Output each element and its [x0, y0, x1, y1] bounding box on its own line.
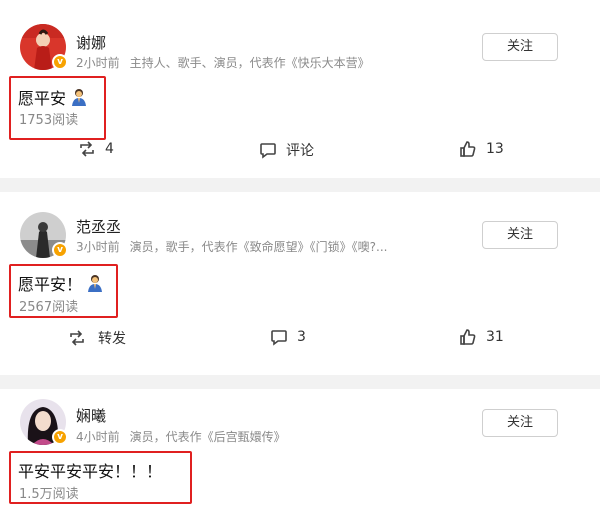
- post-meta: 2小时前 主持人、歌手、演员，代表作《快乐大本营》: [76, 54, 370, 71]
- comment-count: 3: [297, 329, 306, 345]
- author-bio: 演员，歌手，代表作《致命愿望》《门锁》《噢?...: [129, 240, 388, 254]
- author-bio: 主持人、歌手、演员，代表作《快乐大本营》: [129, 56, 370, 70]
- read-count: 1753阅读: [19, 113, 79, 128]
- read-count: 1.5万阅读: [19, 487, 79, 502]
- author-name[interactable]: 娴曦: [76, 405, 106, 426]
- post-text: 愿平安！: [18, 271, 104, 295]
- repost-button[interactable]: 4: [78, 140, 114, 158]
- post-text-body: 愿平安: [18, 89, 67, 108]
- post-card: v 谢娜 2小时前 主持人、歌手、演员，代表作《快乐大本营》 关注 愿平安 175…: [0, 0, 600, 178]
- follow-button[interactable]: 关注: [482, 409, 558, 437]
- post-text-body: 平安平安平安！！！: [18, 462, 163, 481]
- post-text: 愿平安: [18, 85, 88, 109]
- post-meta: 4小时前 演员，代表作《后宫甄嬛传》: [76, 428, 286, 445]
- like-count: 31: [486, 329, 504, 345]
- author-name[interactable]: 谢娜: [76, 32, 106, 53]
- praying-person-emoji-icon: [72, 89, 87, 106]
- post-time: 3小时前: [76, 240, 120, 254]
- follow-button[interactable]: 关注: [482, 33, 558, 61]
- like-count: 13: [486, 141, 504, 157]
- like-icon: [460, 141, 476, 157]
- like-button[interactable]: 13: [459, 140, 504, 158]
- author-bio: 演员，代表作《后宫甄嬛传》: [129, 430, 286, 444]
- post-text: 平安平安平安！！！: [18, 458, 162, 482]
- verified-badge-icon: v: [52, 242, 68, 258]
- comment-button[interactable]: 3: [270, 328, 306, 346]
- like-button[interactable]: 31: [459, 328, 504, 346]
- author-name[interactable]: 范丞丞: [76, 216, 121, 237]
- post-card: v 范丞丞 3小时前 演员，歌手，代表作《致命愿望》《门锁》《噢?... 关注 愿…: [0, 192, 600, 375]
- verified-badge-icon: v: [52, 54, 68, 70]
- repost-icon: [70, 330, 84, 346]
- post-separator: [0, 178, 600, 192]
- repost-button[interactable]: 转发: [68, 328, 126, 348]
- post-card: v 娴曦 4小时前 演员，代表作《后宫甄嬛传》 关注 平安平安平安！！！ 1.5万…: [0, 389, 600, 513]
- post-text-body: 愿平安！: [18, 275, 83, 294]
- post-time: 4小时前: [76, 430, 120, 444]
- read-count: 2567阅读: [19, 300, 79, 315]
- post-separator: [0, 375, 600, 389]
- verified-badge-icon: v: [52, 429, 68, 445]
- repost-count: 4: [105, 141, 114, 157]
- follow-button[interactable]: 关注: [482, 221, 558, 249]
- comment-label: 评论: [286, 143, 314, 159]
- post-meta: 3小时前 演员，歌手，代表作《致命愿望》《门锁》《噢?...: [76, 238, 387, 255]
- comment-icon: [271, 330, 287, 346]
- comment-button[interactable]: 评论: [259, 140, 314, 160]
- like-icon: [460, 329, 476, 345]
- comment-icon: [260, 143, 276, 159]
- repost-label: 转发: [98, 331, 126, 347]
- praying-person-emoji-icon: [88, 275, 103, 292]
- repost-icon: [80, 141, 94, 157]
- post-time: 2小时前: [76, 56, 120, 70]
